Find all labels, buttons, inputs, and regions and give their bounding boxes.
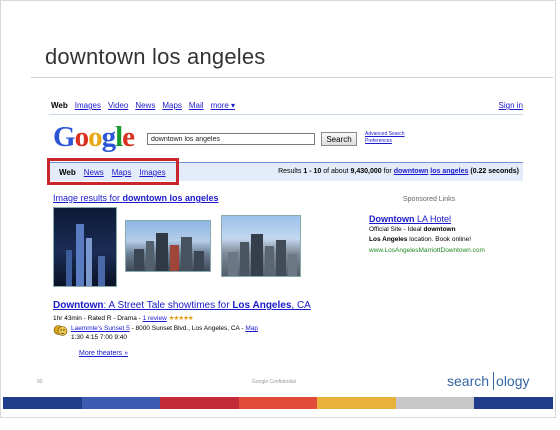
movie-title-bold1: Downtown [53,300,104,311]
preferences-link[interactable]: Preferences [365,138,404,145]
results-count: Results 1 - 10 of about 9,430,000 for do… [278,168,519,175]
callout-highlight-box [47,158,179,185]
image-results-query: downtown los angeles [122,193,219,203]
image-thumbnail[interactable] [125,220,211,272]
movie-meta-text: 1hr 43min - Rated R - Drama - [53,315,143,322]
presentation-slide: downtown los angeles Web Images Video Ne… [0,0,556,418]
image-thumbnail[interactable] [53,207,117,287]
slide-color-stripe [3,397,554,409]
ad-description-line2: Los Angeles location. Book online! [369,236,471,243]
logo-letter: G [53,121,76,153]
brand-right: ology [496,373,530,389]
stats-query-los-angeles[interactable]: los angeles [430,168,468,175]
movie-title-mid: : A Street Tale showtimes for [103,300,233,311]
title-divider [31,77,553,78]
ad-line2-bold: Los Angeles [369,236,408,243]
showtimes: 1:30 4:15 7:00 9:40 [71,334,128,341]
stats-of-about: of about [321,168,351,175]
movie-title-bold2: Los Angeles [232,300,292,311]
stats-for: for [381,168,394,175]
topnav-divider [49,114,523,115]
brand-bracket [493,372,495,390]
ad-title-link[interactable]: Downtown LA Hotel [369,214,451,224]
stripe-segment [81,397,161,409]
sponsored-links-label: Sponsored Links [403,196,456,203]
image-results-heading[interactable]: Image results for downtown los angeles [53,193,219,203]
movie-meta: 1hr 43min - Rated R - Drama - 1 review ★… [53,314,194,322]
movie-title-end: , CA [291,300,311,311]
theater-address: - 8000 Sunset Blvd., Los Angeles, CA - [129,325,246,332]
search-options-links: Advanced Search Preferences [365,131,404,145]
ad-line2-rest: location. Book online! [407,236,472,243]
top-navigation: Web Images Video News Maps Mail more ▾ [51,101,235,110]
brand-left: search [447,373,490,389]
topnav-news[interactable]: News [135,101,155,110]
searchology-brand-logo: search ology [447,372,530,390]
search-results-page-screenshot: Web Images Video News Maps Mail more ▾ S… [47,95,527,367]
stripe-segment [474,397,554,409]
logo-letter: o [74,121,89,153]
stats-query-downtown[interactable]: downtown [394,168,429,175]
topnav-mail[interactable]: Mail [189,101,204,110]
rating-stars: ★★★★★ [168,315,194,322]
slide-number: 90 [37,379,43,385]
theater-line: Laemmle's Sunset 5 - 8000 Sunset Blvd., … [71,325,258,332]
ad-description-line1: Official Site - Ideal downtown [369,226,456,233]
stripe-segment [317,397,396,409]
stats-range: 1 - 10 [303,168,322,175]
stripe-segment [238,397,318,409]
search-button[interactable]: Search [321,132,357,146]
confidential-footer: Google Confidential [252,379,296,385]
topnav-images[interactable]: Images [75,101,101,110]
ad-line1-prefix: Official Site - Ideal [369,226,424,233]
movie-review-link[interactable]: 1 review [143,315,167,322]
google-logo[interactable]: Google [53,121,135,154]
theater-name-link[interactable]: Laemmle's Sunset 5 [71,325,130,332]
image-results-prefix: Image results for [53,193,123,203]
logo-letter: o [88,121,102,153]
slide-title: downtown los angeles [45,44,266,69]
stats-total: 9,430,000 [350,168,382,175]
advanced-search-link[interactable]: Advanced Search [365,131,404,138]
topnav-more-menu[interactable]: more ▾ [211,101,235,110]
logo-letter: e [122,121,135,153]
movie-result-title[interactable]: Downtown: A Street Tale showtimes for Lo… [53,300,311,311]
stats-time: (0.22 seconds) [470,168,519,175]
theater-map-link[interactable]: Map [245,325,258,332]
image-thumbnail[interactable] [221,215,301,277]
topnav-video[interactable]: Video [108,101,128,110]
topnav-web[interactable]: Web [51,101,68,110]
logo-letter: g [101,121,116,153]
ad-line1-bold: downtown [423,226,456,233]
ad-display-url[interactable]: www.LosAngelesMarriottDowntown.com [369,247,485,254]
more-theaters-link[interactable]: More theaters » [79,350,128,357]
sign-in-link[interactable]: Sign in [499,101,523,110]
stats-prefix: Results [278,168,304,175]
search-input[interactable] [147,133,315,145]
stripe-segment [3,397,82,409]
theater-masks-icon [53,325,68,336]
ad-title-bold: Downtown [369,214,415,224]
stripe-segment [395,397,475,409]
stripe-segment [160,397,239,409]
ad-title-rest: LA Hotel [414,214,452,224]
topnav-maps[interactable]: Maps [162,101,182,110]
